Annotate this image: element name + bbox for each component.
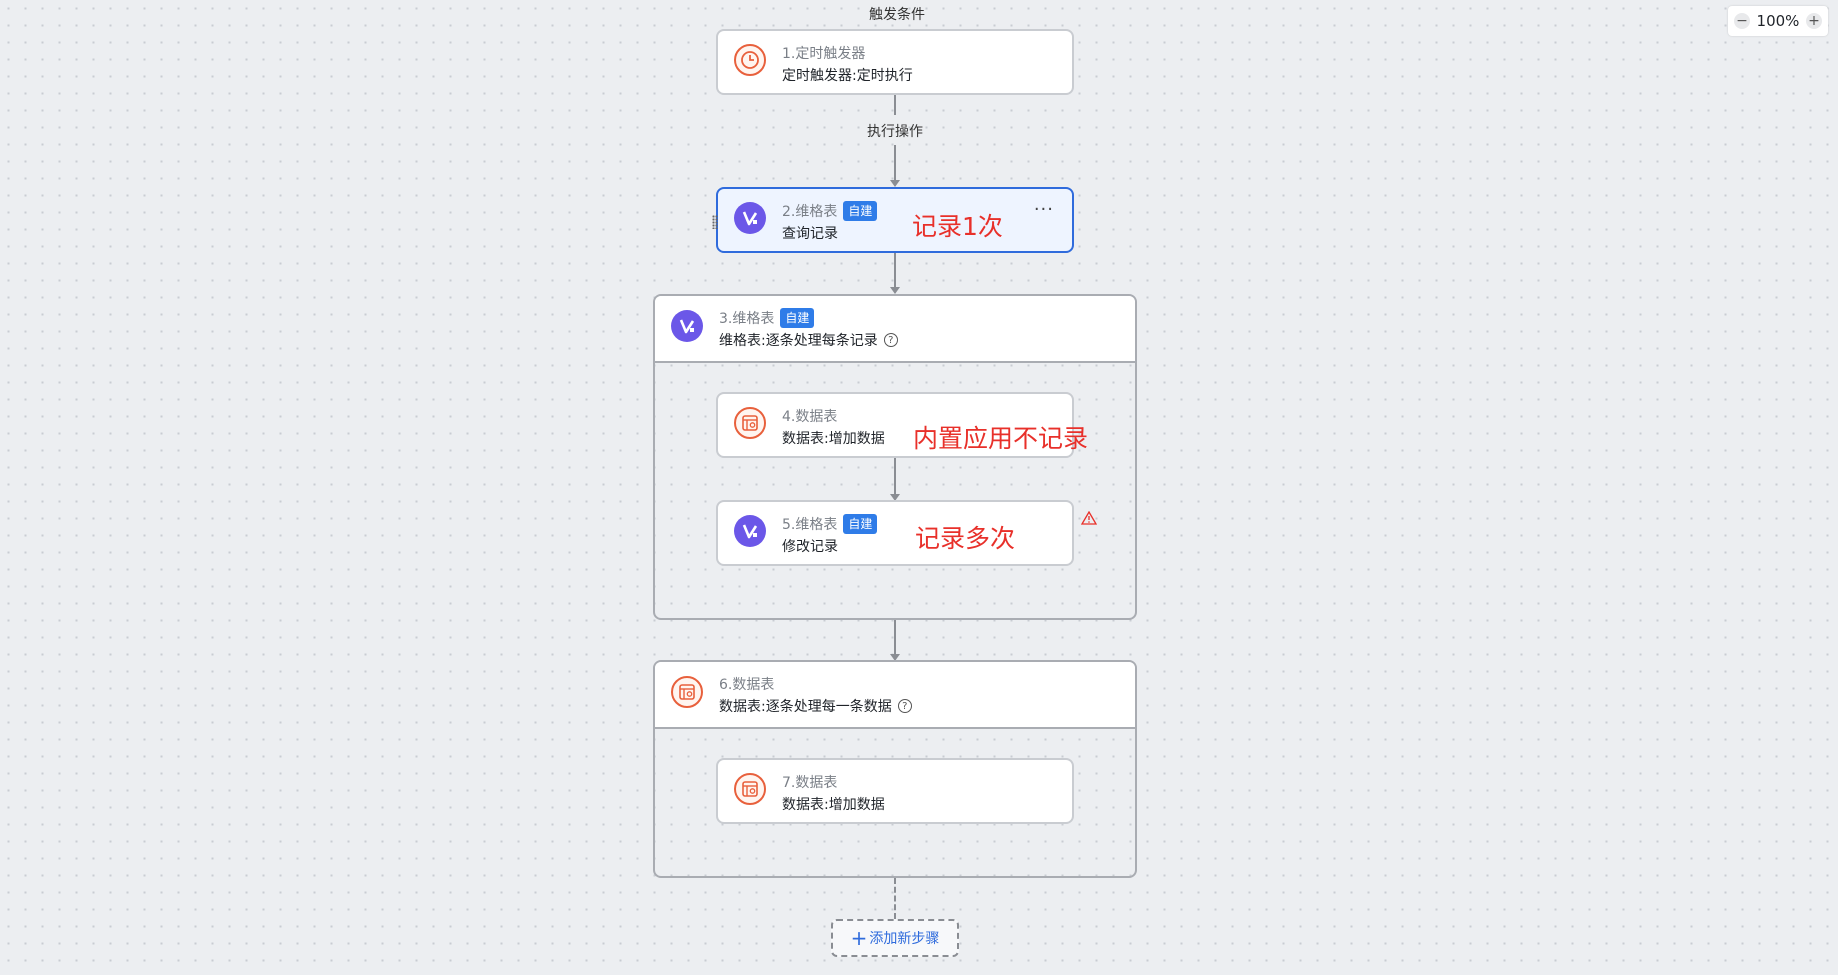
step-subtitle: 数据表:增加数据 bbox=[782, 794, 885, 814]
step-title-text: 3.维格表 bbox=[719, 311, 775, 327]
step-card-5[interactable]: 5.维格表 自建 修改记录 bbox=[716, 500, 1074, 566]
step-subtitle-text: 定时触发器:定时执行 bbox=[782, 68, 913, 84]
custom-badge: 自建 bbox=[843, 514, 878, 534]
annotation-note-1: 记录1次 bbox=[912, 212, 1003, 241]
connector-line bbox=[894, 145, 896, 183]
more-options-icon[interactable]: ··· bbox=[1034, 199, 1054, 220]
step-card-7[interactable]: 7.数据表 数据表:增加数据 bbox=[716, 758, 1074, 824]
datasheet-icon bbox=[734, 407, 766, 439]
loop-header[interactable]: 3.维格表 自建 维格表:逐条处理每条记录 ? bbox=[655, 296, 1135, 363]
step-title: 7.数据表 bbox=[782, 772, 837, 792]
connector-line bbox=[894, 620, 896, 656]
step-title-text: 7.数据表 bbox=[782, 775, 838, 791]
zoom-control: − 100% + bbox=[1728, 6, 1828, 36]
add-step-label: 添加新步骤 bbox=[869, 931, 940, 947]
connector-line bbox=[894, 253, 896, 289]
step-subtitle: 查询记录 bbox=[782, 223, 838, 243]
step-title-text: 6.数据表 bbox=[719, 677, 775, 693]
step-title: 3.维格表 自建 bbox=[719, 308, 815, 328]
step-title-text: 4.数据表 bbox=[782, 409, 838, 425]
step-subtitle: 数据表:增加数据 bbox=[782, 428, 885, 448]
loop-header[interactable]: 6.数据表 数据表:逐条处理每一条数据 ? bbox=[655, 662, 1135, 729]
step-title: 2.维格表 自建 bbox=[782, 201, 878, 221]
step-title-text: 1.定时触发器 bbox=[782, 46, 866, 62]
step-subtitle-text: 修改记录 bbox=[782, 539, 838, 555]
step-title: 5.维格表 自建 bbox=[782, 514, 878, 534]
zoom-in-button[interactable]: + bbox=[1805, 13, 1822, 29]
step-title: 6.数据表 bbox=[719, 674, 774, 694]
zoom-out-button[interactable]: − bbox=[1734, 13, 1750, 29]
step-subtitle: 修改记录 bbox=[782, 536, 838, 556]
connector-arrow bbox=[890, 180, 900, 187]
help-icon[interactable]: ? bbox=[883, 333, 898, 347]
step-card-1[interactable]: 1.定时触发器 定时触发器:定时执行 bbox=[716, 29, 1074, 95]
connector-line bbox=[894, 458, 896, 496]
datasheet-icon bbox=[734, 773, 766, 805]
connector-line-dashed bbox=[894, 878, 896, 919]
step-subtitle-text: 数据表:增加数据 bbox=[782, 797, 885, 813]
step-subtitle-text: 数据表:逐条处理每一条数据 bbox=[719, 699, 892, 715]
vika-logo-icon bbox=[734, 515, 766, 547]
connector-line bbox=[894, 95, 896, 115]
custom-badge: 自建 bbox=[780, 308, 815, 328]
datasheet-icon bbox=[671, 676, 703, 708]
vika-logo-icon bbox=[734, 202, 766, 234]
plus-icon: + bbox=[850, 926, 868, 950]
step-subtitle-text: 数据表:增加数据 bbox=[782, 431, 885, 447]
drag-handle-icon[interactable] bbox=[712, 215, 718, 229]
step-subtitle: 维格表:逐条处理每条记录 ? bbox=[719, 330, 898, 350]
annotation-note-3: 记录多次 bbox=[915, 524, 1016, 553]
step-subtitle-text: 查询记录 bbox=[782, 226, 838, 242]
connector-arrow bbox=[890, 287, 900, 294]
step-title-text: 2.维格表 bbox=[782, 204, 838, 220]
add-step-button[interactable]: + 添加新步骤 bbox=[831, 919, 959, 957]
zoom-level: 100% bbox=[1756, 12, 1800, 30]
step-subtitle: 定时触发器:定时执行 bbox=[782, 65, 913, 85]
help-icon[interactable]: ? bbox=[897, 699, 912, 713]
warning-icon[interactable] bbox=[1080, 510, 1098, 529]
custom-badge: 自建 bbox=[843, 201, 878, 221]
step-subtitle: 数据表:逐条处理每一条数据 ? bbox=[719, 696, 912, 716]
vika-logo-icon bbox=[671, 310, 703, 342]
annotation-note-2: 内置应用不记录 bbox=[913, 424, 1089, 453]
action-section-label: 执行操作 bbox=[867, 124, 923, 140]
step-title: 1.定时触发器 bbox=[782, 43, 865, 63]
step-title-text: 5.维格表 bbox=[782, 517, 838, 533]
step-title: 4.数据表 bbox=[782, 406, 837, 426]
step-subtitle-text: 维格表:逐条处理每条记录 bbox=[719, 333, 878, 349]
clock-icon bbox=[734, 44, 766, 76]
trigger-section-label: 触发条件 bbox=[869, 7, 925, 23]
step-card-2[interactable]: 2.维格表 自建 查询记录 ··· bbox=[712, 187, 1074, 253]
